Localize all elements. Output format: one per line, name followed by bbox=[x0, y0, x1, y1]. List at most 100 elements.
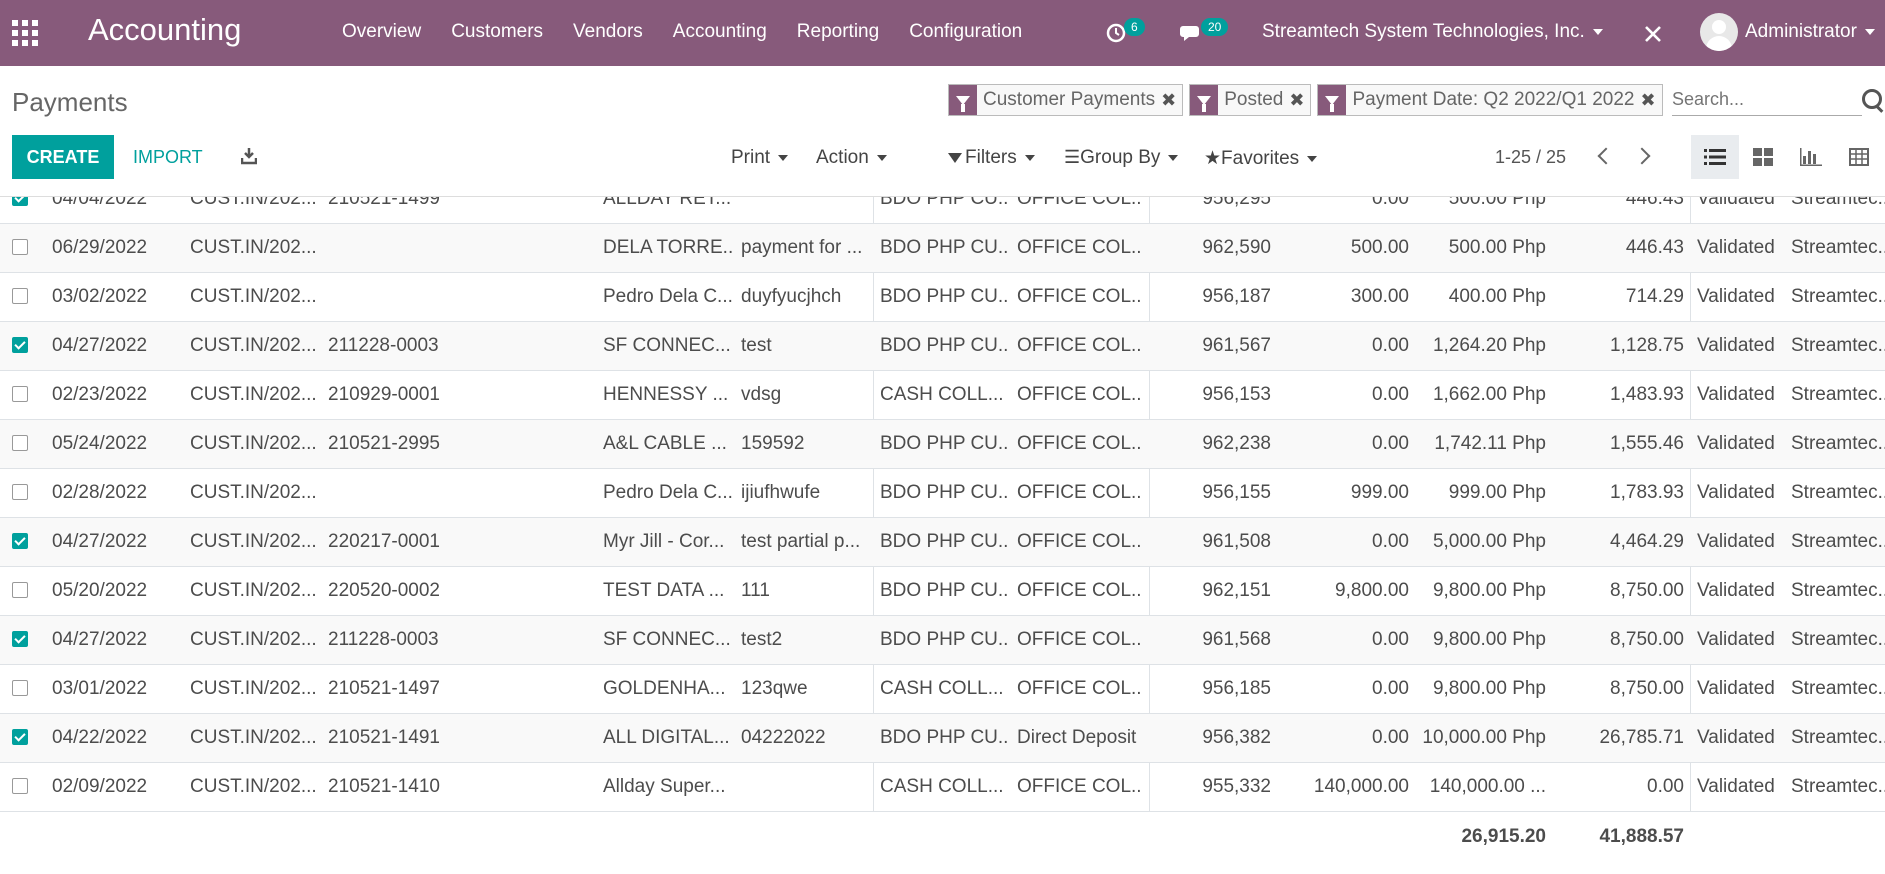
cell-method: OFFICE COL... bbox=[1017, 237, 1143, 258]
row-checkbox[interactable] bbox=[12, 778, 28, 794]
table-row[interactable]: 05/24/2022 CUST.IN/202... 210521-2995 A&L C… bbox=[0, 420, 1885, 469]
cell-date: 04/27/2022 bbox=[52, 335, 148, 356]
close-icon[interactable]: ✖ bbox=[1289, 90, 1310, 111]
facet-payment-date[interactable]: Payment Date: Q2 2022/Q1 2022 ✖ bbox=[1317, 84, 1663, 116]
table-row[interactable]: 04/27/2022 CUST.IN/202... 220217-0001 Myr J… bbox=[0, 518, 1885, 567]
table-row[interactable]: 03/01/2022 CUST.IN/202... 210521-1497 GOLDE… bbox=[0, 665, 1885, 714]
cell-ref: 211228-0003 bbox=[328, 335, 439, 356]
cell-date: 02/09/2022 bbox=[52, 776, 148, 797]
facet-label: Posted bbox=[1224, 89, 1284, 110]
chevron-right-icon[interactable] bbox=[1633, 147, 1651, 165]
menu-customers[interactable]: Customers bbox=[451, 21, 543, 43]
pager-value[interactable]: 1-25 / 25 bbox=[1495, 147, 1566, 168]
action-dropdown[interactable]: Action bbox=[816, 147, 887, 169]
cell-amount: 10,000.00 Php bbox=[1422, 727, 1546, 748]
row-checkbox[interactable] bbox=[12, 239, 28, 255]
chevron-left-icon[interactable] bbox=[1597, 147, 1615, 165]
row-checkbox[interactable] bbox=[12, 197, 28, 206]
menu-accounting[interactable]: Accounting bbox=[673, 21, 767, 43]
cell-amount: 9,800.00 Php bbox=[1432, 580, 1546, 601]
row-checkbox[interactable] bbox=[12, 680, 28, 696]
import-button[interactable]: IMPORT bbox=[133, 147, 203, 168]
cell-partner: Pedro Dela C... bbox=[603, 286, 733, 307]
chevron-down-icon bbox=[1024, 154, 1035, 161]
filter-icon bbox=[1318, 85, 1347, 115]
cell-partner: TEST DATA ... bbox=[603, 580, 725, 601]
cell-partner: Pedro Dela C... bbox=[603, 482, 733, 503]
cell-company: Streamtec... bbox=[1791, 727, 1885, 748]
download-icon[interactable] bbox=[241, 147, 257, 165]
table-row[interactable]: 03/02/2022 CUST.IN/202... Pedro Dela C... d… bbox=[0, 273, 1885, 322]
avatar[interactable] bbox=[1700, 13, 1738, 51]
app-title[interactable]: Accounting bbox=[88, 12, 241, 48]
cell-id: 955,332 bbox=[1202, 776, 1271, 797]
cell-memo bbox=[741, 763, 865, 811]
cell-amount: 9,800.00 Php bbox=[1432, 629, 1546, 650]
graph-view-button[interactable] bbox=[1787, 135, 1835, 179]
table-row[interactable]: 02/09/2022 CUST.IN/202... 210521-1410 Allda… bbox=[0, 763, 1885, 812]
row-checkbox[interactable] bbox=[12, 288, 28, 304]
tools-icon[interactable] bbox=[1643, 24, 1663, 44]
pivot-view-button[interactable] bbox=[1835, 135, 1883, 179]
favorites-dropdown[interactable]: ★Favorites bbox=[1204, 147, 1318, 170]
cell-date: 04/27/2022 bbox=[52, 531, 148, 552]
table-row[interactable]: 04/27/2022 CUST.IN/202... 211228-0003 SF CO… bbox=[0, 616, 1885, 665]
table-row[interactable]: 06/29/2022 CUST.IN/202... DELA TORRE... pay… bbox=[0, 224, 1885, 273]
table-row[interactable]: 05/20/2022 CUST.IN/202... 220520-0002 TEST … bbox=[0, 567, 1885, 616]
menu-overview[interactable]: Overview bbox=[342, 21, 421, 43]
menu-reporting[interactable]: Reporting bbox=[797, 21, 879, 43]
row-checkbox[interactable] bbox=[12, 582, 28, 598]
cell-id: 956,187 bbox=[1202, 286, 1271, 307]
row-checkbox[interactable] bbox=[12, 729, 28, 745]
user-menu[interactable]: Administrator bbox=[1745, 21, 1875, 43]
facet-posted[interactable]: Posted ✖ bbox=[1189, 84, 1312, 116]
table-icon bbox=[1849, 148, 1869, 166]
cell-ref: 210929-0001 bbox=[328, 384, 440, 405]
filters-dropdown[interactable]: Filters bbox=[948, 147, 1035, 169]
chevron-down-icon bbox=[778, 154, 789, 161]
cell-id: 962,151 bbox=[1202, 580, 1271, 601]
cell-amount-company: 1,128.75 bbox=[1610, 335, 1684, 356]
search-input[interactable] bbox=[1672, 84, 1862, 116]
search-icon[interactable] bbox=[1862, 89, 1882, 109]
row-checkbox[interactable] bbox=[12, 337, 28, 353]
groupby-dropdown[interactable]: ☰Group By bbox=[1064, 147, 1179, 169]
close-icon[interactable]: ✖ bbox=[1640, 90, 1661, 111]
row-checkbox[interactable] bbox=[12, 484, 28, 500]
kanban-view-button[interactable] bbox=[1739, 135, 1787, 179]
row-checkbox[interactable] bbox=[12, 533, 28, 549]
cell-number: CUST.IN/202... bbox=[190, 776, 317, 797]
table-row[interactable]: 02/23/2022 CUST.IN/202... 210929-0001 HENNE… bbox=[0, 371, 1885, 420]
cell-ref bbox=[328, 469, 468, 517]
menu-configuration[interactable]: Configuration bbox=[909, 21, 1022, 43]
table-row[interactable]: 04/04/2022 CUST.IN/202... 210521-1499 ALLDA… bbox=[0, 197, 1885, 224]
row-checkbox[interactable] bbox=[12, 435, 28, 451]
apps-menu-icon[interactable] bbox=[12, 20, 38, 46]
facet-customer-payments[interactable]: Customer Payments ✖ bbox=[948, 84, 1184, 116]
close-icon[interactable]: ✖ bbox=[1161, 90, 1182, 111]
row-checkbox[interactable] bbox=[12, 631, 28, 647]
print-dropdown[interactable]: Print bbox=[731, 147, 789, 169]
cell-journal: BDO PHP CU... bbox=[880, 335, 1010, 356]
company-switcher[interactable]: Streamtech System Technologies, Inc. bbox=[1262, 21, 1603, 43]
cell-amount-due: 999.00 bbox=[1350, 482, 1409, 503]
payments-table: 04/04/2022 CUST.IN/202... 210521-1499 ALLDA… bbox=[0, 197, 1885, 812]
table-row[interactable]: 04/22/2022 CUST.IN/202... 210521-1491 ALL D… bbox=[0, 714, 1885, 763]
list-view-button[interactable] bbox=[1691, 135, 1739, 179]
activity-button[interactable]: 6 bbox=[1105, 0, 1145, 66]
cell-partner: A&L CABLE ... bbox=[603, 433, 727, 454]
table-row[interactable]: 04/27/2022 CUST.IN/202... 211228-0003 SF CO… bbox=[0, 322, 1885, 371]
chevron-down-icon bbox=[1168, 154, 1179, 161]
cell-number: CUST.IN/202... bbox=[190, 531, 317, 552]
create-button[interactable]: CREATE bbox=[12, 135, 114, 179]
cell-memo: 111 bbox=[741, 580, 770, 601]
filter-icon bbox=[948, 153, 962, 163]
table-row[interactable]: 02/28/2022 CUST.IN/202... Pedro Dela C... i… bbox=[0, 469, 1885, 518]
row-checkbox[interactable] bbox=[12, 386, 28, 402]
total-amount: 26,915.20 bbox=[1461, 826, 1546, 847]
messages-button[interactable]: 20 bbox=[1180, 0, 1229, 66]
menu-vendors[interactable]: Vendors bbox=[573, 21, 643, 43]
cell-number: CUST.IN/202... bbox=[190, 286, 317, 307]
cell-method: OFFICE COL... bbox=[1017, 384, 1143, 405]
user-name: Administrator bbox=[1745, 21, 1857, 42]
